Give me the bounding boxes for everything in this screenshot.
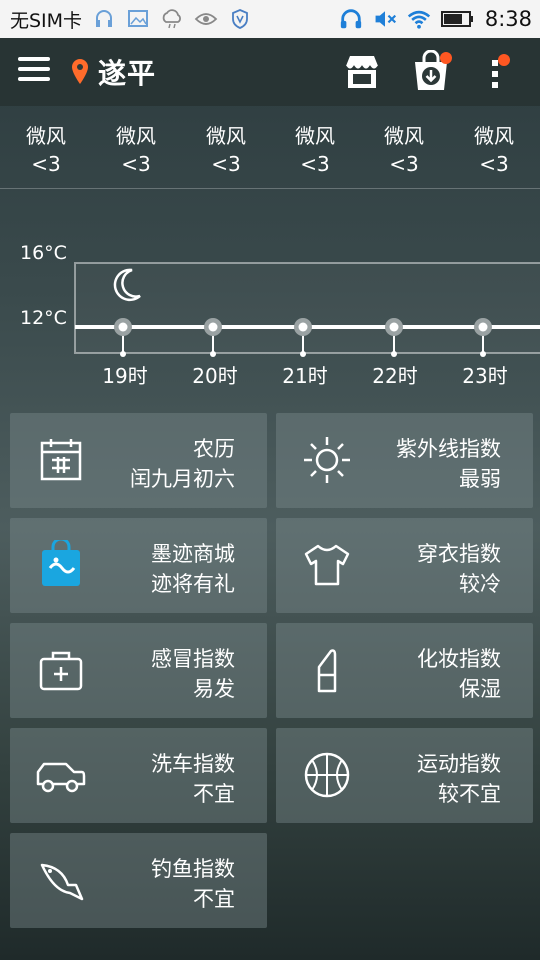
card-makeup-index[interactable]: 化妆指数 保湿 — [276, 623, 533, 718]
card-title: 感冒指数 — [151, 647, 235, 671]
store-button[interactable] — [342, 52, 382, 92]
card-car-wash-index[interactable]: 洗车指数 不宜 — [10, 728, 267, 823]
wind-item: 微风 <3 — [474, 124, 514, 176]
status-bar: 无SIM卡 8:38 — [0, 0, 540, 38]
card-value: 最弱 — [459, 467, 501, 491]
temperature-point-core — [118, 322, 128, 332]
calendar-icon — [40, 439, 82, 481]
card-fishing-index[interactable]: 钓鱼指数 不宜 — [10, 833, 267, 928]
hour-label: 19时 — [102, 364, 148, 388]
eye-notification-icon — [194, 7, 218, 31]
basketball-icon — [304, 752, 350, 798]
city-name[interactable]: 遂平 — [98, 52, 156, 92]
temperature-stem-foot — [300, 351, 306, 357]
car-icon — [36, 762, 86, 793]
card-value: 较冷 — [459, 572, 501, 596]
battery-icon — [440, 7, 475, 31]
temperature-point-core — [478, 322, 488, 332]
menu-button[interactable] — [18, 57, 50, 85]
tshirt-icon — [304, 544, 350, 586]
weather-cloud-notification-icon — [160, 7, 184, 31]
card-uv-index[interactable]: 紫外线指数 最弱 — [276, 413, 533, 508]
store-icon — [345, 56, 379, 88]
temperature-point-core — [389, 322, 399, 332]
temperature-stem-foot — [120, 351, 126, 357]
wifi-icon — [407, 7, 431, 31]
wind-item: 微风 <3 — [116, 124, 156, 176]
hamburger-icon — [18, 57, 50, 61]
wind-item: 微风 <3 — [206, 124, 246, 176]
card-title: 紫外线指数 — [396, 437, 501, 461]
card-sports-index[interactable]: 运动指数 较不宜 — [276, 728, 533, 823]
card-value: 迹将有礼 — [151, 572, 235, 596]
download-notification-dot — [440, 52, 452, 64]
card-value: 较不宜 — [438, 782, 501, 806]
image-notification-icon — [126, 7, 150, 31]
wind-item: 微风 <3 — [295, 124, 335, 176]
hour-label: 23时 — [462, 364, 508, 388]
wind-item: 微风 <3 — [26, 124, 66, 176]
download-button[interactable] — [410, 49, 452, 94]
card-value: 易发 — [193, 677, 235, 701]
hourly-temperature-chart[interactable]: 16°C 12°C 19时 20时 21时 22时 23时 — [0, 230, 540, 390]
lipstick-icon — [317, 649, 337, 693]
sun-icon — [304, 437, 350, 483]
card-value: 保湿 — [459, 677, 501, 701]
carrier-label: 无SIM卡 — [10, 9, 83, 32]
headset-notification-icon — [92, 7, 116, 31]
card-title: 化妆指数 — [417, 647, 501, 671]
hour-label: 22时 — [372, 364, 418, 388]
temperature-stem-foot — [480, 351, 486, 357]
card-title: 洗车指数 — [151, 752, 235, 776]
card-value: 不宜 — [193, 782, 235, 806]
shield-notification-icon — [228, 7, 252, 31]
first-aid-kit-icon — [39, 651, 83, 691]
volume-muted-icon — [373, 7, 397, 31]
card-moji-shop[interactable]: 墨迹商城 迹将有礼 — [10, 518, 267, 613]
card-dressing-index[interactable]: 穿衣指数 较冷 — [276, 518, 533, 613]
clock: 8:38 — [484, 7, 532, 31]
card-title: 墨迹商城 — [151, 542, 235, 566]
headphones-icon — [339, 7, 363, 31]
shopping-bag-icon — [42, 540, 80, 586]
wind-item: 微风 <3 — [384, 124, 424, 176]
chart-frame — [74, 262, 540, 354]
location-pin-icon — [70, 58, 90, 90]
card-value: 闰九月初六 — [130, 467, 235, 491]
wind-forecast-row[interactable]: 微风 <3 微风 <3 微风 <3 微风 <3 微风 <3 微风 <3 — [0, 106, 540, 189]
card-title: 农历 — [193, 437, 235, 461]
hour-label: 21时 — [282, 364, 328, 388]
fish-icon — [40, 863, 84, 901]
card-value: 不宜 — [193, 887, 235, 911]
more-notification-dot — [498, 54, 510, 66]
temperature-point-core — [298, 322, 308, 332]
card-title: 穿衣指数 — [417, 542, 501, 566]
temperature-point-core — [208, 322, 218, 332]
hour-label: 20时 — [192, 364, 238, 388]
card-title: 运动指数 — [417, 752, 501, 776]
temperature-stem-foot — [210, 351, 216, 357]
temperature-stem-foot — [391, 351, 397, 357]
app-bar: 遂平 — [0, 38, 540, 106]
more-options-button[interactable] — [486, 54, 510, 94]
card-lunar-calendar[interactable]: 农历 闰九月初六 — [10, 413, 267, 508]
card-cold-index[interactable]: 感冒指数 易发 — [10, 623, 267, 718]
card-title: 钓鱼指数 — [151, 857, 235, 881]
